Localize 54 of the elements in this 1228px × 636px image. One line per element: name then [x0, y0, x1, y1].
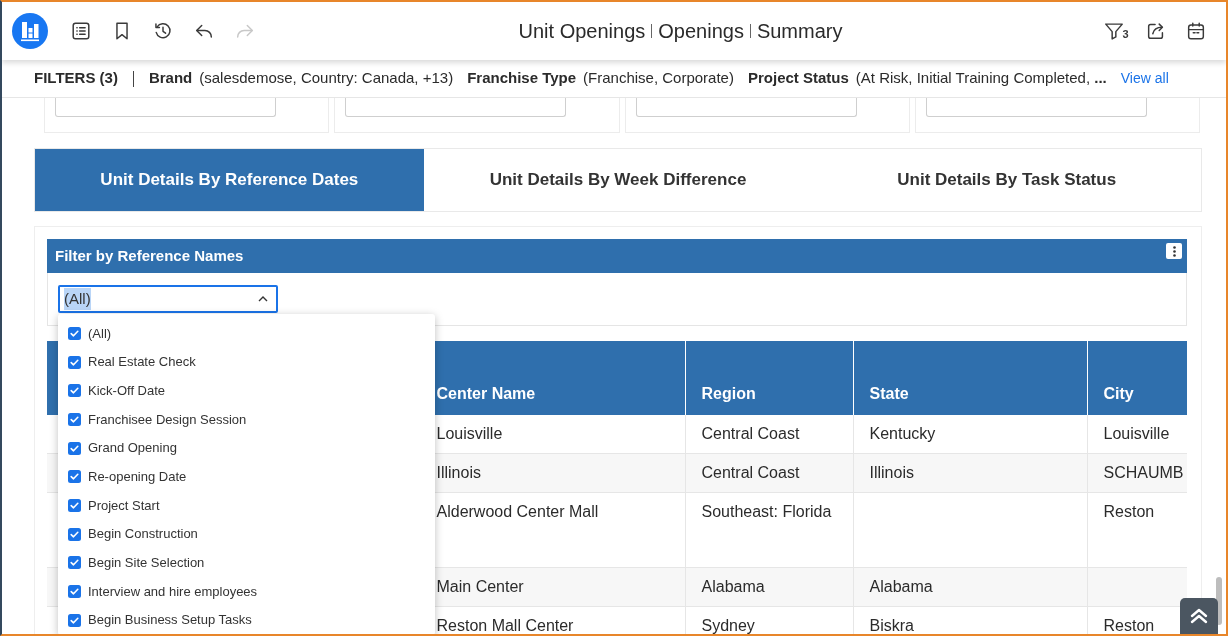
table-cell: Louisville: [1087, 415, 1187, 454]
scroll-to-top-button[interactable]: [1180, 598, 1218, 634]
filter-name: Project Status: [747, 68, 849, 89]
filter-name: Brand: [148, 68, 193, 89]
table-cell: Reston: [1087, 492, 1187, 568]
table-cell: Illinois: [853, 453, 1087, 493]
double-chevron-up-icon: [1190, 608, 1208, 624]
kebab-icon: [1172, 245, 1176, 257]
table-cell: Central Coast: [685, 453, 853, 493]
column-header: Region: [685, 341, 853, 415]
table-cell: Kentucky: [853, 415, 1087, 454]
title-text: Summary: [756, 19, 843, 44]
table-cell: SCHAUMB: [1087, 453, 1187, 493]
table-cell: Sydney: [685, 606, 853, 634]
checkbox[interactable]: [68, 412, 81, 426]
dropdown-field[interactable]: [925, 98, 1147, 117]
checkbox[interactable]: [68, 326, 81, 340]
dropdown-field[interactable]: [635, 98, 857, 117]
view-all-link[interactable]: View all: [1120, 68, 1169, 89]
title-text: Unit Openings: [518, 19, 646, 44]
dropdown-field[interactable]: [55, 98, 276, 117]
table-cell: Biskra: [853, 606, 1087, 634]
tab[interactable]: Unit Details By Reference Dates: [35, 149, 424, 211]
filters-label: FILTERS (3): [34, 68, 118, 89]
checkbox[interactable]: [68, 585, 81, 599]
reference-select[interactable]: (All): [58, 285, 278, 313]
checkbox[interactable]: [68, 556, 81, 570]
chevron-up-icon: [258, 296, 268, 302]
filter-value: (salesdemose, Country: Canada, +13): [199, 68, 454, 89]
dropdown-option[interactable]: Begin Business Setup Tasks: [58, 605, 435, 634]
filter-button[interactable]: 3: [1096, 11, 1136, 51]
table-cell: Central Coast: [685, 415, 853, 454]
table-cell: Alabama: [685, 567, 853, 607]
filter-value: (Franchise, Corporate): [583, 68, 734, 89]
checkbox[interactable]: [68, 441, 81, 455]
table-cell: Southeast: Florida: [685, 492, 853, 568]
column-header: State: [853, 341, 1087, 415]
checkbox[interactable]: [68, 498, 81, 512]
more-button[interactable]: [1166, 243, 1182, 259]
filter-name: Franchise Type: [467, 68, 577, 89]
dropdown-field[interactable]: [345, 98, 567, 117]
checkbox[interactable]: [68, 355, 81, 369]
checkbox[interactable]: [68, 470, 81, 484]
column-header: City: [1087, 341, 1187, 415]
logo-icon: [12, 13, 48, 49]
filter-value: (At Risk, Initial Training Completed, ...: [855, 68, 1107, 89]
checkbox[interactable]: [68, 527, 81, 541]
title-text: Openings: [658, 19, 744, 44]
list-icon: [69, 20, 92, 42]
checkbox[interactable]: [68, 613, 81, 627]
checkbox[interactable]: [68, 384, 81, 398]
calendar-icon: [1185, 20, 1207, 42]
panel-title: Filter by Reference Names: [55, 245, 244, 266]
table-cell: Alabama: [853, 567, 1087, 607]
